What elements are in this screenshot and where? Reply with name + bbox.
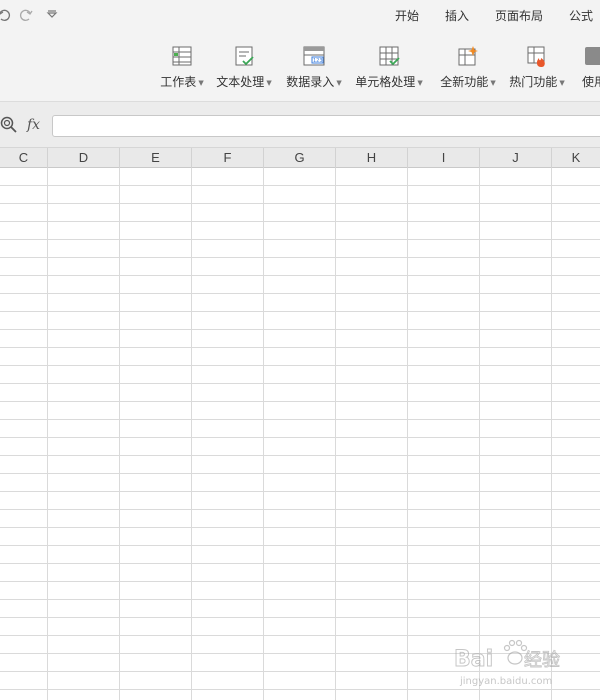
fx-label[interactable]: fx [27,117,40,133]
column-header-i[interactable]: I [408,148,480,168]
gridline [47,168,48,700]
worksheet-icon [172,46,192,66]
new-features-label: 全新功能 [440,75,489,89]
column-header-h[interactable]: H [336,148,408,168]
popular-features-icon [527,46,545,67]
new-features-icon [458,46,478,66]
text-process-button[interactable]: 文本处理 ▼ [214,42,274,98]
data-entry-icon: 123 [303,46,325,66]
column-header-g[interactable]: G [264,148,336,168]
data-entry-label: 数据录入 [286,75,335,89]
worksheet-button[interactable]: 工作表 ▼ [158,42,206,98]
popular-features-button[interactable]: 热门功能 ▼ [507,42,567,98]
cell-process-icon [379,46,400,66]
caret-icon: ▼ [266,78,272,87]
column-header-j[interactable]: J [480,148,552,168]
gridline [119,168,120,700]
usage-label: 使用 [582,75,600,89]
ribbon-toolbar: 工作表 ▼ 文本处理 ▼ 123 数据录入 ▼ 单元格处理 ▼ 全新功能 ▼ 热… [0,34,600,102]
text-process-icon [235,46,254,66]
popular-features-label: 热门功能 [509,75,558,89]
cell-process-label: 单元格处理 [355,75,416,89]
gridline [479,168,480,700]
svg-text:jingyan.baidu.com: jingyan.baidu.com [459,676,552,687]
data-entry-button[interactable]: 123 数据录入 ▼ [284,42,344,98]
svg-text:Bai: Bai [454,647,493,672]
tab-home[interactable]: 开始 [395,8,419,24]
column-header-k[interactable]: K [552,148,600,168]
gridline [335,168,336,700]
tab-page-layout[interactable]: 页面布局 [495,8,543,24]
undo-icon[interactable] [0,8,12,24]
tab-formulas[interactable]: 公式 [569,8,593,24]
column-headers: C D E F G H I J K [0,148,600,168]
gridline [263,168,264,700]
column-header-c[interactable]: C [0,148,48,168]
column-header-d[interactable]: D [48,148,120,168]
tab-insert[interactable]: 插入 [445,8,469,24]
column-header-f[interactable]: F [192,148,264,168]
text-process-label: 文本处理 [216,75,265,89]
caret-icon: ▼ [336,78,342,87]
zoom-search-icon[interactable] [0,116,18,134]
caret-icon: ▼ [490,78,496,87]
worksheet-label: 工作表 [160,75,197,89]
column-header-e[interactable]: E [120,148,192,168]
cell-grid[interactable] [0,168,600,700]
new-features-button[interactable]: 全新功能 ▼ [438,42,498,98]
caret-icon: ▼ [417,78,423,87]
caret-icon: ▼ [559,78,565,87]
usage-icon [585,47,600,65]
cell-process-button[interactable]: 单元格处理 ▼ [354,42,424,98]
usage-button[interactable]: 使用 [578,42,600,98]
formula-input[interactable] [52,115,600,137]
gridline [551,168,552,700]
formula-bar: fx [0,102,600,148]
menu-bar: 开始 插入 页面布局 公式 [0,0,600,34]
gridline [407,168,408,700]
redo-icon[interactable] [18,8,34,24]
gridline [191,168,192,700]
svg-text:123: 123 [313,58,323,64]
svg-text:经验: 经验 [524,650,560,671]
caret-icon: ▼ [198,78,204,87]
customize-dropdown-icon[interactable] [44,8,60,24]
baidu-jingyan-watermark: Bai 经验 jingyan.baidu.com [454,639,560,687]
